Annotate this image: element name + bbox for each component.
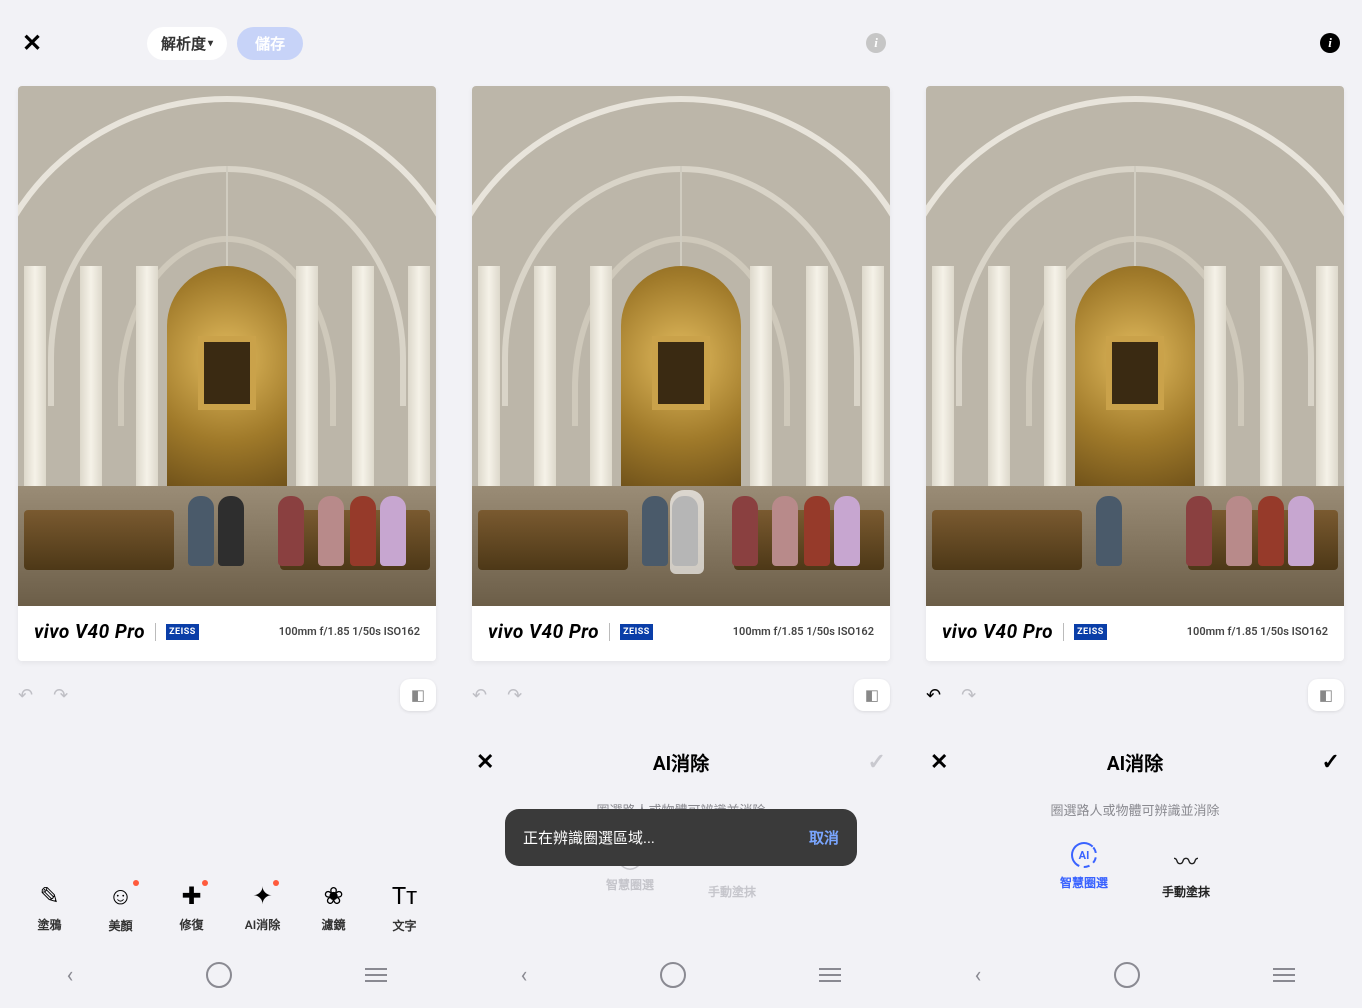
confirm-ai-button[interactable]: ✓ — [868, 750, 886, 775]
erase-mode-bar: AI 智慧圈選 〰 手動塗抹 — [908, 842, 1362, 900]
photo-preview[interactable] — [18, 86, 436, 606]
mode-manual-brush[interactable]: 〰 手動塗抹 — [1162, 842, 1210, 900]
confirm-ai-button[interactable]: ✓ — [1322, 750, 1340, 775]
nav-back-icon[interactable]: ‹ — [521, 963, 528, 988]
photo-card: vivo V40 Pro ZEISS 100mm f/1.85 1/50s IS… — [18, 86, 436, 661]
compare-button[interactable]: ◧ — [1308, 679, 1344, 711]
compare-button[interactable]: ◧ — [400, 679, 436, 711]
top-bar: i — [454, 0, 908, 86]
editor-screen-main: ✕ 解析度 ▾ 儲存 vivo V40 Pro ZEISS — [0, 0, 454, 1008]
watermark-brand: vivo V40 Pro — [942, 620, 1053, 643]
edit-tools-bar: ✎ 塗鴉 ☺ 美顏 ✚ 修復 ✦ AI消除 ❀ 濾鏡 Tᴛ 文字 — [0, 882, 454, 934]
zeiss-badge: ZEISS — [620, 624, 653, 640]
brush-icon: 〰 — [1174, 842, 1198, 877]
top-bar: ✕ 解析度 ▾ 儲存 — [0, 0, 454, 86]
photo-metadata: 100mm f/1.85 1/50s ISO162 — [1187, 625, 1328, 638]
ai-erase-title: AI消除 — [653, 749, 709, 776]
undo-redo-row: ↶ ↷ ◧ — [926, 679, 1344, 711]
top-bar: i — [908, 0, 1362, 86]
chevron-down-icon: ▾ — [208, 38, 213, 49]
magic-eraser-icon: ✦ — [252, 882, 272, 910]
top-center-controls: 解析度 ▾ 儲存 — [147, 27, 303, 60]
nav-home-icon[interactable] — [660, 962, 686, 988]
tool-text[interactable]: Tᴛ 文字 — [375, 882, 435, 934]
mode-smart-select[interactable]: AI 智慧圈選 — [1060, 842, 1108, 900]
photo-metadata: 100mm f/1.85 1/50s ISO162 — [279, 625, 420, 638]
nav-home-icon[interactable] — [206, 962, 232, 988]
nav-back-icon[interactable]: ‹ — [975, 963, 982, 988]
undo-redo-row: ↶ ↷ ◧ — [18, 679, 436, 711]
tool-beauty[interactable]: ☺ 美顏 — [91, 882, 151, 934]
ai-erase-header: ✕ AI消除 ✓ — [454, 735, 908, 786]
nav-back-icon[interactable]: ‹ — [67, 963, 74, 988]
photo-preview[interactable] — [472, 86, 890, 606]
undo-button[interactable]: ↶ — [472, 685, 487, 706]
info-icon[interactable]: i — [866, 33, 886, 53]
save-button[interactable]: 儲存 — [237, 27, 303, 60]
processing-toast: 正在辨識圈選區域... 取消 — [505, 809, 857, 866]
ai-erase-title: AI消除 — [1107, 749, 1163, 776]
android-nav-bar: ‹ — [0, 942, 454, 1008]
resolution-label: 解析度 — [161, 33, 206, 54]
redo-button[interactable]: ↷ — [507, 685, 522, 706]
compare-button[interactable]: ◧ — [854, 679, 890, 711]
nav-home-icon[interactable] — [1114, 962, 1140, 988]
face-icon: ☺ — [108, 882, 133, 911]
redo-button[interactable]: ↷ — [961, 685, 976, 706]
editor-screen-ai-processing: i vivo V40 Pro ZEISS 100mm f/1.85 1/50s … — [454, 0, 908, 1008]
separator — [155, 623, 156, 641]
watermark-strip: vivo V40 Pro ZEISS 100mm f/1.85 1/50s IS… — [926, 606, 1344, 661]
android-nav-bar: ‹ — [454, 942, 908, 1008]
smart-select-icon: AI — [1071, 842, 1097, 868]
info-icon[interactable]: i — [1320, 33, 1340, 53]
pencil-icon: ✎ — [39, 882, 59, 910]
ai-hint-text: 圈選路人或物體可辨識並消除 — [908, 800, 1362, 819]
undo-button[interactable]: ↶ — [18, 685, 33, 706]
bandaid-icon: ✚ — [181, 882, 201, 910]
filter-icon: ❀ — [323, 882, 343, 910]
cancel-ai-button[interactable]: ✕ — [930, 750, 948, 775]
zeiss-badge: ZEISS — [166, 624, 199, 640]
toast-cancel-button[interactable]: 取消 — [809, 827, 839, 848]
cancel-ai-button[interactable]: ✕ — [476, 750, 494, 775]
watermark-strip: vivo V40 Pro ZEISS 100mm f/1.85 1/50s IS… — [472, 606, 890, 661]
redo-button[interactable]: ↷ — [53, 685, 68, 706]
tool-repair[interactable]: ✚ 修復 — [162, 882, 222, 934]
resolution-dropdown[interactable]: 解析度 ▾ — [147, 27, 227, 60]
photo-preview[interactable] — [926, 86, 1344, 606]
selection-mask — [670, 490, 704, 574]
tool-filter[interactable]: ❀ 濾鏡 — [304, 882, 364, 934]
photo-card: vivo V40 Pro ZEISS 100mm f/1.85 1/50s IS… — [926, 86, 1344, 661]
nav-recent-icon[interactable] — [1273, 968, 1295, 982]
ai-erase-header: ✕ AI消除 ✓ — [908, 735, 1362, 786]
tool-doodle[interactable]: ✎ 塗鴉 — [20, 882, 80, 934]
watermark-brand: vivo V40 Pro — [34, 620, 145, 643]
toast-message: 正在辨識圈選區域... — [523, 827, 655, 848]
photo-card: vivo V40 Pro ZEISS 100mm f/1.85 1/50s IS… — [472, 86, 890, 661]
tool-ai-erase[interactable]: ✦ AI消除 — [233, 882, 293, 934]
editor-screen-ai-result: i vivo V40 Pro ZEISS 100mm f/1.85 1/50s … — [908, 0, 1362, 1008]
android-nav-bar: ‹ — [908, 942, 1362, 1008]
photo-metadata: 100mm f/1.85 1/50s ISO162 — [733, 625, 874, 638]
zeiss-badge: ZEISS — [1074, 624, 1107, 640]
undo-button[interactable]: ↶ — [926, 685, 941, 706]
nav-recent-icon[interactable] — [819, 968, 841, 982]
text-icon: Tᴛ — [392, 882, 417, 911]
watermark-strip: vivo V40 Pro ZEISS 100mm f/1.85 1/50s IS… — [18, 606, 436, 661]
close-button[interactable]: ✕ — [22, 29, 42, 57]
watermark-brand: vivo V40 Pro — [488, 620, 599, 643]
nav-recent-icon[interactable] — [365, 968, 387, 982]
undo-redo-row: ↶ ↷ ◧ — [472, 679, 890, 711]
